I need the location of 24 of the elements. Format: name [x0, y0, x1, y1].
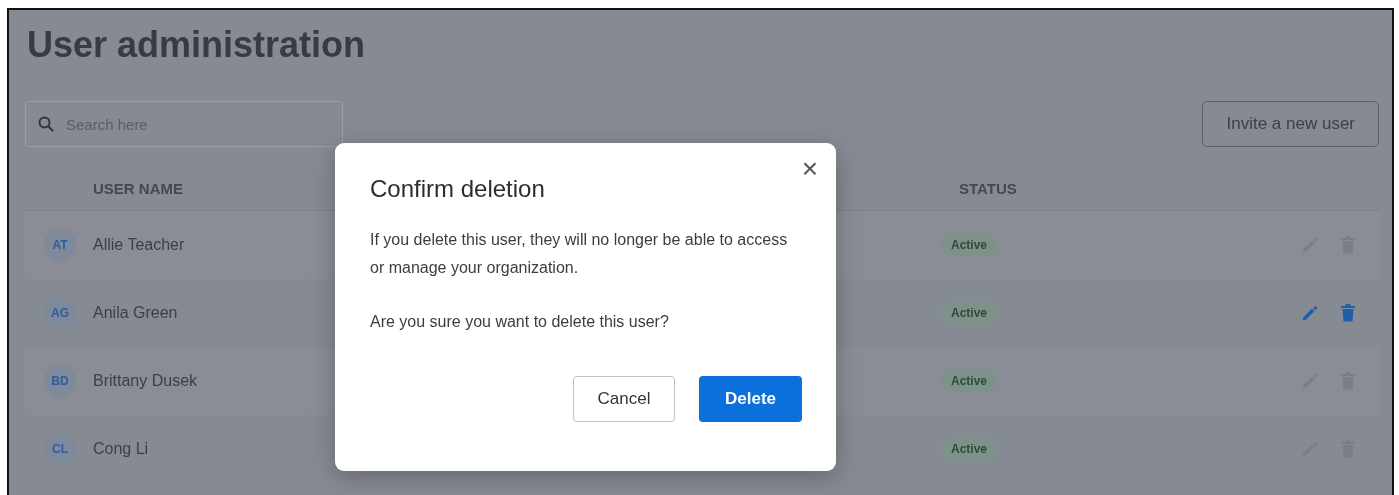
avatar: CL [44, 433, 76, 465]
pencil-icon[interactable] [1301, 304, 1319, 322]
search-icon [38, 116, 54, 132]
dialog-title: Confirm deletion [370, 175, 546, 204]
user-name: Cong Li [93, 440, 149, 457]
dialog-message: Are you sure you want to delete this user? [370, 311, 670, 332]
avatar: AT [44, 229, 76, 261]
status-badge: Active [941, 302, 998, 324]
page-title: User administration [27, 23, 367, 67]
avatar: AG [44, 297, 76, 329]
user-name: Allie Teacher [93, 236, 185, 253]
column-header: STATUS [959, 179, 1017, 200]
avatar: BD [44, 365, 76, 397]
status-badge: Active [941, 234, 998, 256]
close-button[interactable]: × [797, 153, 822, 185]
trash-icon[interactable] [1341, 304, 1355, 322]
status-badge: Active [941, 370, 998, 392]
column-header: USER NAME [93, 180, 183, 198]
status-badge: Active [941, 438, 998, 460]
user-name: Anila Green [93, 304, 178, 321]
cancel-button[interactable]: Cancel [573, 375, 675, 422]
user-name: Brittany Dusek [93, 372, 198, 389]
dialog-message: If you delete this user, they will no longer be able to access or manage your organization. [370, 229, 789, 278]
delete-button[interactable]: Delete [699, 375, 802, 422]
